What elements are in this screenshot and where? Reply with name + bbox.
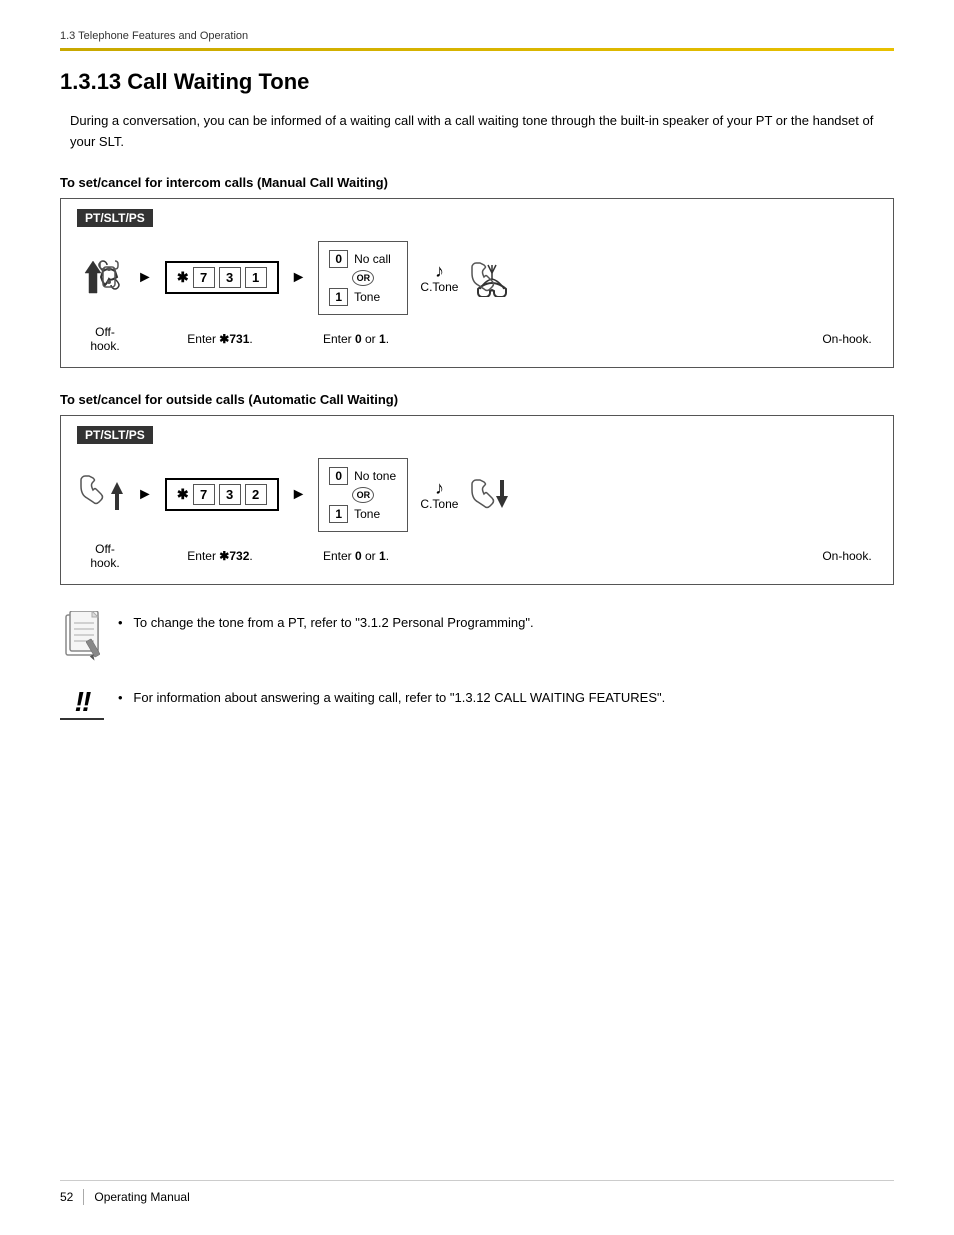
section1-options-box: 0 No call OR 1 Tone bbox=[318, 241, 408, 315]
section2-enter-01-label: Enter 0 or 1. bbox=[311, 549, 401, 563]
note1-text: • To change the tone from a PT, refer to… bbox=[118, 613, 534, 634]
section1-enter-01-label: Enter 0 or 1. bbox=[311, 332, 401, 346]
onhook-phone-icon-2 bbox=[470, 476, 514, 514]
key-1-1: 1 bbox=[245, 267, 267, 288]
section2-pt-label: PT/SLT/PS bbox=[77, 426, 153, 444]
section1-offhook-label: Off-hook. bbox=[81, 325, 129, 353]
breadcrumb: 1.3 Telephone Features and Operation bbox=[60, 30, 894, 42]
footer-manual-title: Operating Manual bbox=[94, 1190, 189, 1204]
page-title: 1.3.13 Call Waiting Tone bbox=[60, 69, 894, 95]
section2-option1-row: 1 Tone bbox=[329, 505, 397, 523]
section2-label0: No tone bbox=[354, 469, 396, 483]
section2-label1: Tone bbox=[354, 507, 380, 521]
section1-key0: 0 bbox=[329, 250, 348, 268]
section1-enter-key-label: Enter ✱731. bbox=[165, 332, 275, 346]
section1-pt-label: PT/SLT/PS bbox=[77, 209, 153, 227]
music-note-icon-2: ♪ bbox=[435, 479, 444, 497]
note1-section: • To change the tone from a PT, refer to… bbox=[60, 609, 894, 664]
offhook-phone-icon-1 bbox=[77, 257, 125, 299]
section2-heading: To set/cancel for outside calls (Automat… bbox=[60, 392, 894, 407]
section2-diagram-box: PT/SLT/PS ► ✱ 7 3 2 ► 0 bbox=[60, 415, 894, 585]
top-divider bbox=[60, 48, 894, 51]
section2-onhook-label: On-hook. bbox=[817, 549, 877, 563]
arrow-2: ► bbox=[291, 269, 307, 287]
section2-enter-key-label: Enter ✱732. bbox=[165, 549, 275, 563]
section2-diagram-row: ► ✱ 7 3 2 ► 0 No tone OR 1 Tone bbox=[77, 458, 877, 532]
key-2-2: 2 bbox=[245, 484, 267, 505]
note1-bullet: • bbox=[118, 615, 123, 630]
section2-key-sequence: ✱ 7 3 2 bbox=[165, 478, 279, 511]
section2-key0: 0 bbox=[329, 467, 348, 485]
key-star-2: ✱ bbox=[177, 486, 189, 503]
section2-ctone-area: ♪ C.Tone bbox=[420, 479, 458, 511]
offhook-phone-icon-2 bbox=[77, 474, 125, 516]
note2-section: !! • For information about answering a w… bbox=[60, 684, 894, 732]
onhook-phone-icon-1 bbox=[470, 259, 514, 297]
footer-page-number: 52 bbox=[60, 1190, 73, 1204]
note2-text: • For information about answering a wait… bbox=[118, 688, 665, 709]
section1-heading: To set/cancel for intercom calls (Manual… bbox=[60, 175, 894, 190]
arrow-3: ► bbox=[137, 486, 153, 504]
section1-option1-row: 1 Tone bbox=[329, 288, 397, 306]
section1-diagram-row: ► ✱ 7 3 1 ► 0 No call OR 1 Tone bbox=[77, 241, 877, 315]
section2-offhook-label: Off-hook. bbox=[81, 542, 129, 570]
key-3-2: 3 bbox=[219, 484, 241, 505]
music-note-icon-1: ♪ bbox=[435, 262, 444, 280]
notebook-icon bbox=[60, 611, 104, 664]
section2-or-circle: OR bbox=[352, 487, 374, 503]
arrow-1: ► bbox=[137, 269, 153, 287]
section1-or-circle: OR bbox=[352, 270, 374, 286]
section1-key-sequence: ✱ 7 3 1 bbox=[165, 261, 279, 294]
exclamation-icon: !! bbox=[60, 686, 104, 732]
section1-onhook-label: On-hook. bbox=[817, 332, 877, 346]
section1-key1: 1 bbox=[329, 288, 348, 306]
section1-option0-row: 0 No call bbox=[329, 250, 397, 268]
footer: 52 Operating Manual bbox=[60, 1180, 894, 1205]
section2-options-box: 0 No tone OR 1 Tone bbox=[318, 458, 408, 532]
section1-label0: No call bbox=[354, 252, 391, 266]
section1-labels-row: Off-hook. Enter ✱731. Enter 0 or 1. On-h… bbox=[81, 325, 877, 353]
section1-diagram-box: PT/SLT/PS ► bbox=[60, 198, 894, 368]
intro-text: During a conversation, you can be inform… bbox=[70, 111, 894, 153]
section1-ctone-area: ♪ C.Tone bbox=[420, 262, 458, 294]
footer-divider bbox=[83, 1189, 84, 1205]
section2-ctone-label: C.Tone bbox=[420, 497, 458, 511]
key-7-2: 7 bbox=[193, 484, 215, 505]
section1-ctone-label: C.Tone bbox=[420, 280, 458, 294]
section2-key1: 1 bbox=[329, 505, 348, 523]
section1-label1: Tone bbox=[354, 290, 380, 304]
key-7-1: 7 bbox=[193, 267, 215, 288]
note2-bullet: • bbox=[118, 690, 123, 705]
key-star-1: ✱ bbox=[177, 269, 189, 286]
key-3-1: 3 bbox=[219, 267, 241, 288]
section2-labels-row: Off-hook. Enter ✱732. Enter 0 or 1. On-h… bbox=[81, 542, 877, 570]
section2-option0-row: 0 No tone bbox=[329, 467, 397, 485]
arrow-4: ► bbox=[291, 486, 307, 504]
